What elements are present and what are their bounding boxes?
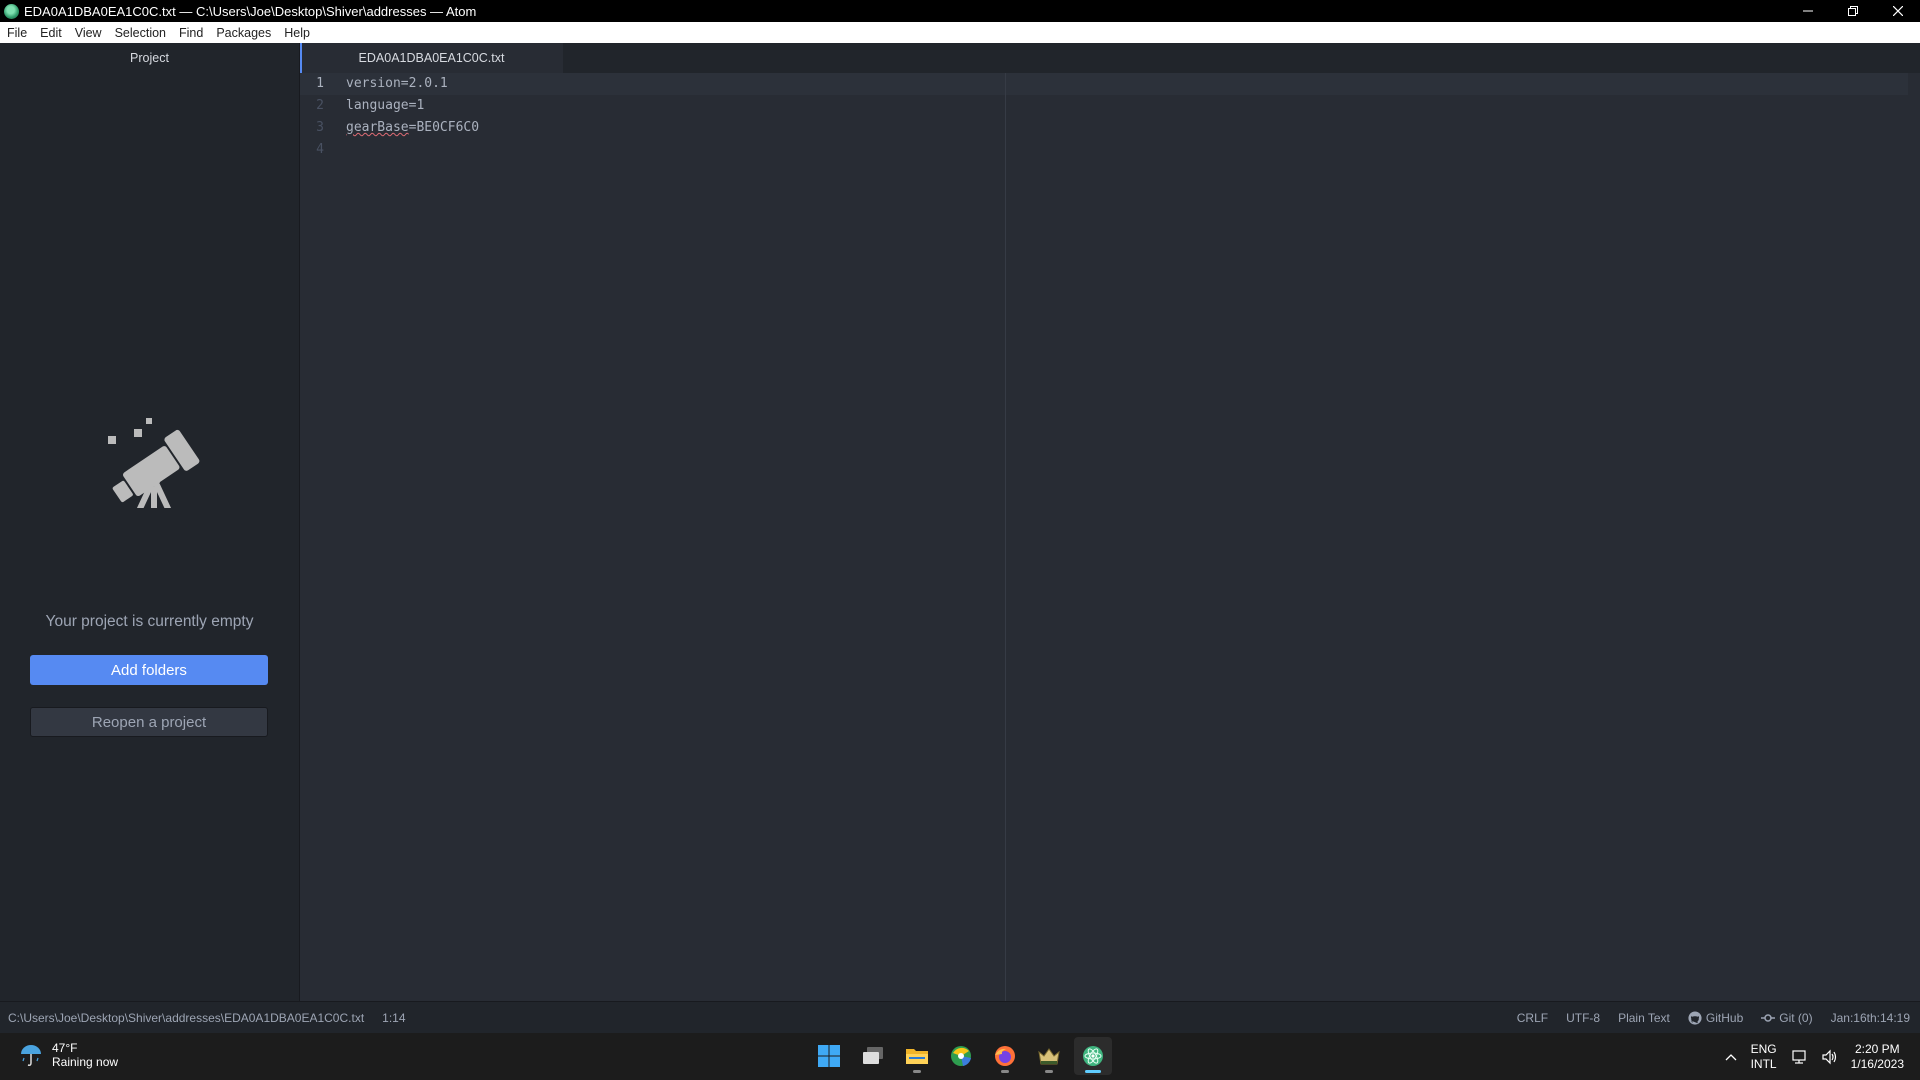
menu-edit[interactable]: Edit <box>33 26 68 40</box>
status-grammar[interactable]: Plain Text <box>1618 1011 1670 1025</box>
menu-file[interactable]: File <box>0 26 33 40</box>
clock-time: 2:20 PM <box>1854 1041 1900 1056</box>
telescope-icon <box>108 418 200 508</box>
status-git[interactable]: Git (0) <box>1761 1011 1813 1025</box>
taskbar-pinned-apps <box>810 1037 1112 1075</box>
editor-line: 3 gearBase=BE0CF6C0 <box>300 117 1900 139</box>
github-icon <box>1688 1011 1702 1025</box>
title-bar: EDA0A1DBA0EA1C0C.txt — C:\Users\Joe\Desk… <box>0 0 1920 22</box>
window-controls <box>1785 0 1920 22</box>
status-cursor-position[interactable]: 1:14 <box>382 1011 405 1025</box>
language-code: ENG <box>1750 1041 1777 1056</box>
line-number: 2 <box>316 98 324 113</box>
editor-line: 4 <box>300 139 1900 161</box>
status-line-ending[interactable]: CRLF <box>1517 1011 1548 1025</box>
status-file-path[interactable]: C:\Users\Joe\Desktop\Shiver\addresses\ED… <box>8 1011 364 1025</box>
atom-logo-icon <box>4 3 19 19</box>
window-title: EDA0A1DBA0EA1C0C.txt — C:\Users\Joe\Desk… <box>24 3 477 19</box>
running-indicator <box>1045 1070 1053 1073</box>
status-encoding[interactable]: UTF-8 <box>1566 1011 1600 1025</box>
running-indicator <box>913 1070 921 1073</box>
empty-project-message: Your project is currently empty <box>45 613 254 630</box>
menu-selection[interactable]: Selection <box>108 26 172 40</box>
git-label: Git (0) <box>1779 1011 1813 1025</box>
game-app-icon <box>1038 1048 1060 1065</box>
line-number: 4 <box>316 142 324 157</box>
editor-tab-bar: EDA0A1DBA0EA1C0C.txt <box>300 43 1920 73</box>
misspelled-word: gearBase <box>346 120 409 135</box>
windows-start-icon <box>818 1045 840 1067</box>
status-github[interactable]: GitHub <box>1688 1011 1743 1025</box>
editor-line: 1 version=2.0.1 <box>300 73 1900 95</box>
start-button[interactable] <box>810 1037 848 1075</box>
weather-description: Raining now <box>52 1055 119 1069</box>
line-number: 3 <box>316 120 324 135</box>
menu-view[interactable]: View <box>68 26 108 40</box>
firefox-button[interactable] <box>986 1037 1024 1075</box>
text-editor[interactable]: 1 version=2.0.1 2 language=1 3 gearBase=… <box>300 73 1920 1001</box>
firefox-icon <box>995 1046 1015 1066</box>
running-indicator <box>1085 1070 1101 1073</box>
reopen-project-button[interactable]: Reopen a project <box>30 707 268 737</box>
atom-app-icon <box>1083 1046 1103 1066</box>
chevron-up-icon[interactable] <box>1725 1053 1737 1061</box>
github-label: GitHub <box>1705 1011 1744 1025</box>
file-explorer-button[interactable] <box>898 1037 936 1075</box>
tab-file[interactable]: EDA0A1DBA0EA1C0C.txt <box>300 43 563 73</box>
file-explorer-icon <box>906 1049 928 1064</box>
close-button[interactable] <box>1875 0 1920 22</box>
minimize-button[interactable] <box>1785 0 1830 22</box>
close-icon <box>1892 6 1903 16</box>
keyboard-layout: INTL <box>1750 1056 1777 1071</box>
task-view-button[interactable] <box>854 1037 892 1075</box>
restore-button[interactable] <box>1830 0 1875 22</box>
volume-icon[interactable] <box>1821 1049 1837 1065</box>
running-indicator <box>1001 1070 1009 1073</box>
line-number: 1 <box>316 76 324 91</box>
drive-app-icon <box>951 1046 971 1066</box>
task-view-icon <box>863 1047 883 1064</box>
system-tray: ENG INTL 2:20 PM 1/16/2023 <box>1725 1033 1904 1080</box>
line-text: version=2.0.1 <box>346 76 448 91</box>
weather-widget[interactable]: 47°F Raining now <box>18 1041 118 1069</box>
network-icon[interactable] <box>1791 1049 1807 1065</box>
clock-date: 1/16/2023 <box>1850 1056 1904 1071</box>
drive-app-button[interactable] <box>942 1037 980 1075</box>
menu-packages[interactable]: Packages <box>209 26 277 40</box>
line-text-rest: =BE0CF6C0 <box>408 120 480 135</box>
project-panel: Project Your project is currently empty … <box>0 43 300 1001</box>
editor-line: 2 language=1 <box>300 95 1900 117</box>
line-text: gearBase=BE0CF6C0 <box>346 117 479 139</box>
clock[interactable]: 2:20 PM 1/16/2023 <box>1851 1042 1904 1072</box>
weather-temperature: 47°F <box>52 1041 78 1055</box>
add-folders-button[interactable]: Add folders <box>30 655 268 685</box>
tab-project[interactable]: Project <box>0 43 299 73</box>
restore-icon <box>1847 6 1858 16</box>
menu-bar: File Edit View Selection Find Packages H… <box>0 22 1920 43</box>
menu-find[interactable]: Find <box>172 26 209 40</box>
line-text: language=1 <box>346 98 425 113</box>
language-indicator[interactable]: ENG INTL <box>1751 1042 1777 1072</box>
wrap-guide <box>1005 73 1006 1001</box>
status-timestamp: Jan:16th:14:19 <box>1830 1011 1910 1025</box>
atom-app-button[interactable] <box>1074 1037 1112 1075</box>
taskbar: 47°F Raining now ENG INTL 2:20 PM 1/16/2… <box>0 1033 1920 1080</box>
minimize-icon <box>1802 10 1813 12</box>
git-commit-icon <box>1761 1014 1776 1022</box>
game-app-button[interactable] <box>1030 1037 1068 1075</box>
rain-umbrella-icon <box>21 1045 41 1066</box>
menu-help[interactable]: Help <box>277 26 316 40</box>
status-bar: C:\Users\Joe\Desktop\Shiver\addresses\ED… <box>0 1001 1920 1034</box>
